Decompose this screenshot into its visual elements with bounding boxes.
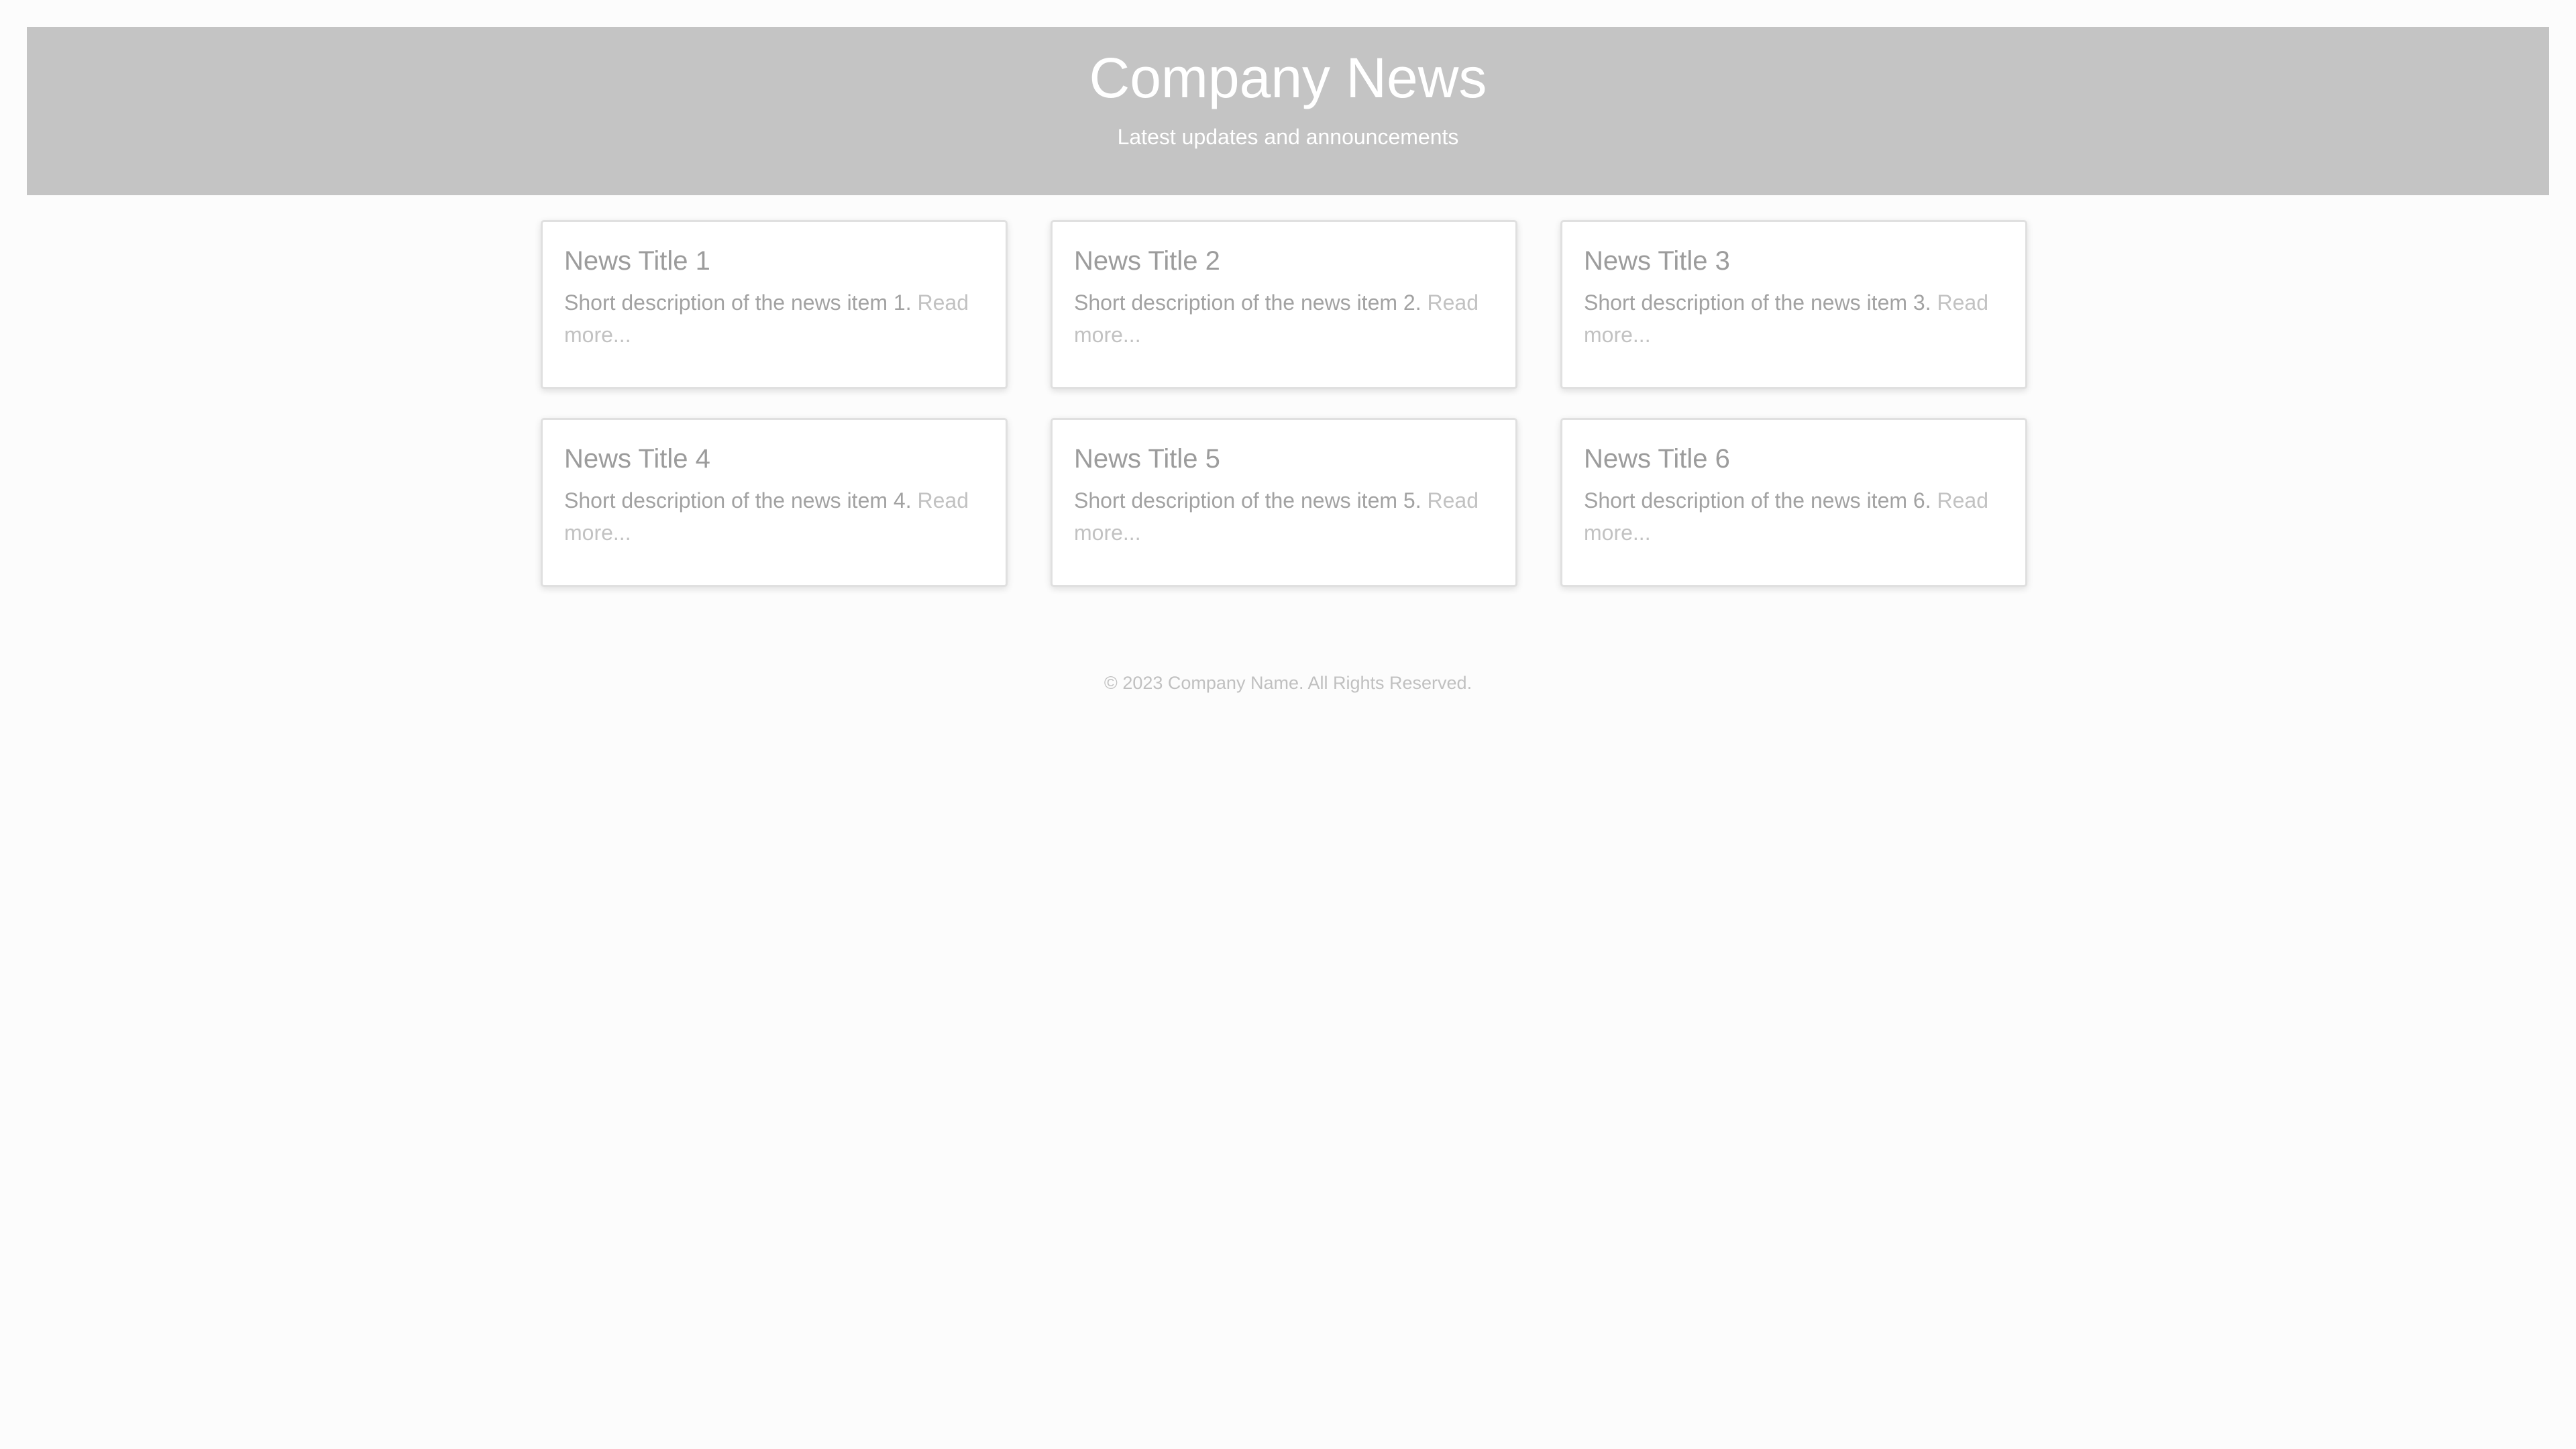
news-description: Short description of the news item 5. Re… bbox=[1074, 484, 1495, 549]
news-description: Short description of the news item 4. Re… bbox=[564, 484, 985, 549]
news-title: News Title 3 bbox=[1584, 246, 1730, 276]
page-subtitle: Latest updates and announcements bbox=[1117, 125, 1459, 149]
news-title: News Title 5 bbox=[1074, 444, 1220, 474]
news-description: Short description of the news item 6. Re… bbox=[1584, 484, 2005, 549]
news-description-text: Short description of the news item 3. bbox=[1584, 290, 1931, 315]
news-description: Short description of the news item 1. Re… bbox=[564, 286, 985, 351]
news-title: News Title 4 bbox=[564, 444, 710, 474]
news-title: News Title 1 bbox=[564, 246, 710, 276]
news-description: Short description of the news item 3. Re… bbox=[1584, 286, 2005, 351]
news-description-text: Short description of the news item 4. bbox=[564, 488, 912, 513]
news-description-text: Short description of the news item 2. bbox=[1074, 290, 1421, 315]
header-banner: Company News Latest updates and announce… bbox=[27, 27, 2549, 195]
footer: © 2023 Company Name. All Rights Reserved… bbox=[0, 673, 2576, 694]
news-card: News Title 4 Short description of the ne… bbox=[541, 418, 1008, 587]
news-card: News Title 2 Short description of the ne… bbox=[1051, 220, 1517, 389]
news-description-text: Short description of the news item 5. bbox=[1074, 488, 1421, 513]
news-title: News Title 2 bbox=[1074, 246, 1220, 276]
news-description-text: Short description of the news item 1. bbox=[564, 290, 912, 315]
news-card: News Title 1 Short description of the ne… bbox=[541, 220, 1008, 389]
news-card: News Title 3 Short description of the ne… bbox=[1560, 220, 2027, 389]
news-card: News Title 5 Short description of the ne… bbox=[1051, 418, 1517, 587]
copyright-text: © 2023 Company Name. All Rights Reserved… bbox=[1104, 673, 1472, 693]
news-description-text: Short description of the news item 6. bbox=[1584, 488, 1931, 513]
news-grid: News Title 1 Short description of the ne… bbox=[541, 220, 2030, 587]
page: Company News Latest updates and announce… bbox=[0, 0, 2576, 1449]
page-title: Company News bbox=[1089, 46, 1487, 109]
news-description: Short description of the news item 2. Re… bbox=[1074, 286, 1495, 351]
news-title: News Title 6 bbox=[1584, 444, 1730, 474]
news-card: News Title 6 Short description of the ne… bbox=[1560, 418, 2027, 587]
